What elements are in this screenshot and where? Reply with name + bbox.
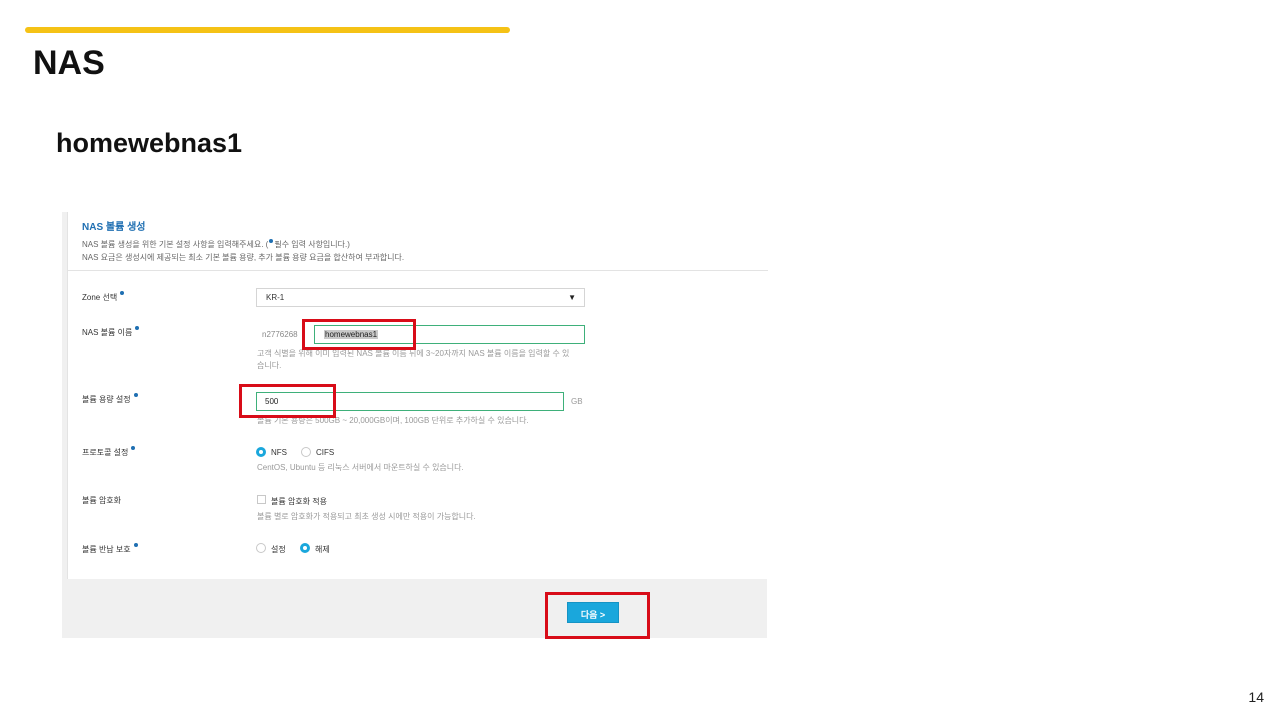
volume-size-label: 볼륨 용량 설정 (82, 393, 139, 405)
accent-bar (25, 27, 510, 33)
zone-label: Zone 선택 (82, 291, 125, 303)
zone-select[interactable]: KR-1 ▼ (256, 288, 585, 307)
form-header: NAS 볼륨 생성 NAS 볼륨 생성을 위한 기본 설정 사항을 입력해주세요… (82, 218, 404, 262)
nas-volume-create-screenshot: NAS 볼륨 생성 NAS 볼륨 생성을 위한 기본 설정 사항을 입력해주세요… (62, 212, 768, 638)
annotation-next-button (545, 592, 650, 639)
protocol-cifs-label[interactable]: CIFS (316, 448, 334, 457)
protocol-hint: CentOS, Ubuntu 등 리눅스 서버에서 마운트하실 수 있습니다. (257, 463, 464, 472)
required-dot-icon (269, 239, 274, 243)
encryption-label: 볼륨 암호화 (82, 496, 122, 505)
volume-name-hint-line2: 습니다. (257, 361, 282, 370)
return-protection-off-radio[interactable] (300, 543, 310, 553)
volume-name-prefix: n2776268 (262, 330, 298, 339)
protocol-nfs-label[interactable]: NFS (271, 448, 287, 457)
required-dot-icon (133, 543, 138, 547)
zone-select-value: KR-1 (266, 293, 285, 302)
encryption-checkbox[interactable] (257, 495, 266, 504)
form-description: NAS 볼륨 생성을 위한 기본 설정 사항을 입력해주세요. ( 필수 입력 사… (82, 239, 404, 249)
slide-title: NAS (33, 44, 105, 82)
return-protection-label-text: 볼륨 반납 보호 (82, 545, 131, 554)
volume-name-label: NAS 볼륨 이름 (82, 326, 140, 338)
form-title: NAS 볼륨 생성 (82, 222, 146, 233)
volume-size-unit: GB (571, 397, 583, 406)
annotation-volume-name (302, 319, 416, 350)
annotation-volume-size (239, 384, 336, 418)
page-number: 14 (1248, 689, 1264, 705)
encryption-hint: 볼륨 별로 암호화가 적용되고 최초 생성 시에만 적용이 가능합니다. (257, 512, 476, 521)
form-description-part2: 필수 입력 사항입니다.) (274, 240, 350, 249)
protocol-label: 프로토콜 설정 (82, 446, 136, 458)
required-dot-icon (133, 393, 138, 397)
required-dot-icon (120, 291, 125, 295)
return-protection-label: 볼륨 반납 보호 (82, 543, 139, 555)
form-card: NAS 볼륨 생성 NAS 볼륨 생성을 위한 기본 설정 사항을 입력해주세요… (67, 212, 768, 579)
protocol-label-text: 프로토콜 설정 (82, 448, 129, 457)
return-protection-off-label[interactable]: 해제 (315, 544, 330, 555)
slide-subtitle: homewebnas1 (56, 128, 243, 158)
zone-label-text: Zone 선택 (82, 293, 118, 302)
protocol-cifs-radio[interactable] (301, 447, 311, 457)
header-divider (68, 270, 768, 271)
volume-name-hint: 고객 식별을 위해 이미 입력된 NAS 볼륨 이름 뒤에 3~20자까지 NA… (257, 348, 569, 372)
required-dot-icon (135, 326, 140, 330)
return-protection-on-label[interactable]: 설정 (271, 544, 286, 555)
volume-size-label-text: 볼륨 용량 설정 (82, 395, 131, 404)
protocol-nfs-radio[interactable] (256, 447, 266, 457)
caret-down-icon: ▼ (568, 293, 576, 302)
form-billing-note: NAS 요금은 생성시에 제공되는 최소 기본 볼륨 용량, 추가 볼륨 용량 … (82, 253, 405, 262)
encryption-checkbox-label[interactable]: 볼륨 암호화 적용 (271, 496, 327, 507)
required-dot-icon (131, 446, 136, 450)
volume-name-label-text: NAS 볼륨 이름 (82, 328, 133, 337)
form-description-part1: NAS 볼륨 생성을 위한 기본 설정 사항을 입력해주세요. ( (82, 240, 269, 249)
return-protection-on-radio[interactable] (256, 543, 266, 553)
